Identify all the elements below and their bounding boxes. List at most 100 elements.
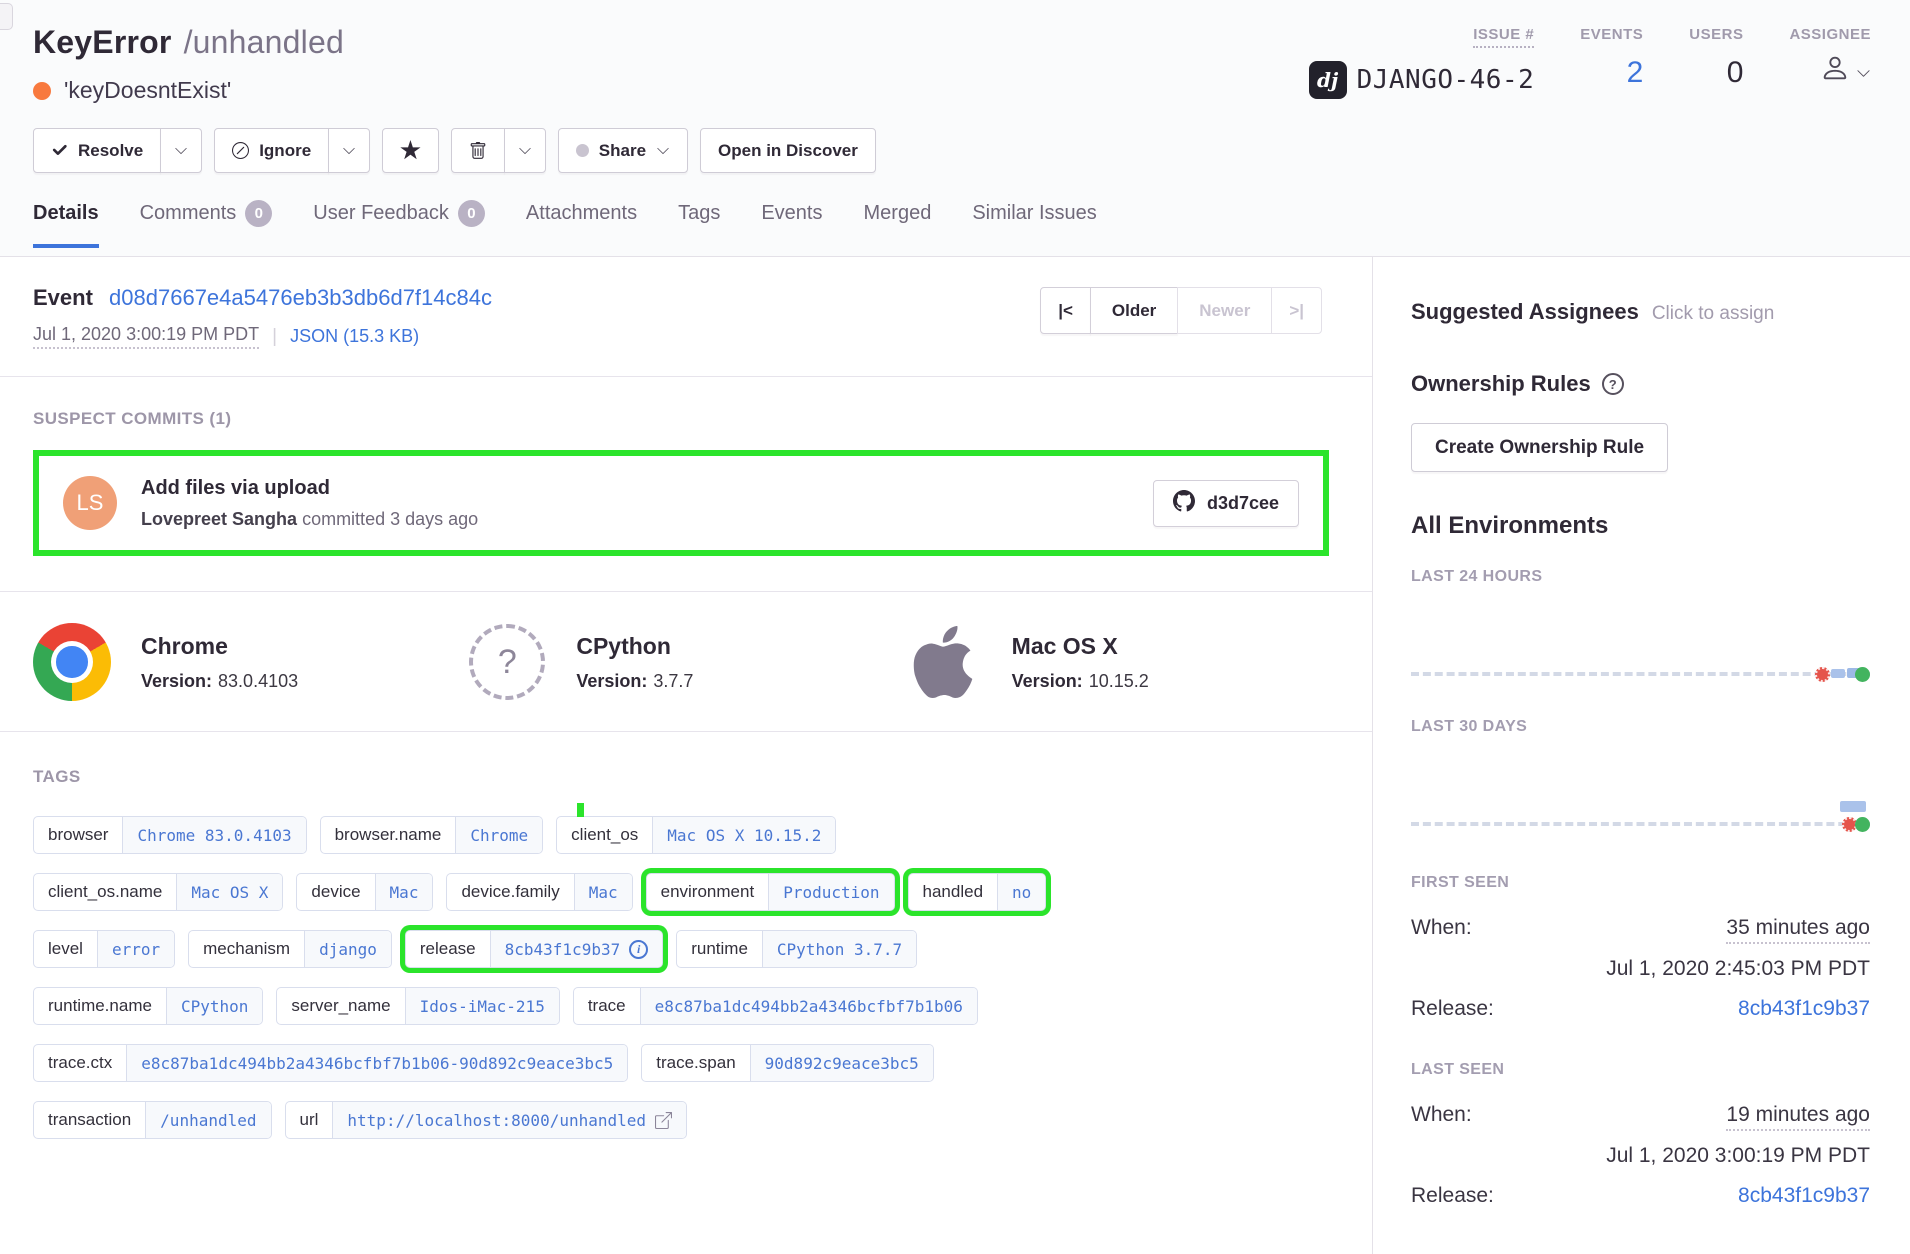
tag-value-link[interactable]: http://localhost:8000/unhandled	[333, 1102, 686, 1138]
tag-value: http://localhost:8000/unhandled	[347, 1111, 646, 1130]
tag-value-link[interactable]: Chrome 83.0.4103	[123, 817, 305, 853]
tag-value-link[interactable]: Mac	[376, 874, 433, 910]
first-seen-release-link[interactable]: 8cb43f1c9b37	[1738, 997, 1870, 1021]
open-in-discover-label: Open in Discover	[718, 141, 858, 161]
create-ownership-rule-button[interactable]: Create Ownership Rule	[1411, 423, 1668, 472]
older-event-button[interactable]: Older	[1090, 287, 1178, 334]
bookmark-star-button[interactable]: ★	[382, 128, 439, 173]
delete-button-group	[451, 128, 546, 173]
tag-value-link[interactable]: CPython	[167, 988, 262, 1024]
tag-value-link[interactable]: error	[98, 931, 174, 967]
tag-value-link[interactable]: e8c87ba1dc494bb2a4346bcfbf7b1b06-90d892c…	[127, 1045, 627, 1081]
last-30-days-label: LAST 30 DAYS	[1411, 718, 1870, 736]
first-seen-relative-time[interactable]: 35 minutes ago	[1726, 916, 1870, 944]
all-environments-title: All Environments	[1411, 512, 1870, 540]
issue-type: KeyError	[33, 24, 172, 60]
events-label: EVENTS	[1580, 26, 1643, 43]
suspect-commits-heading: SUSPECT COMMITS (1)	[33, 409, 1329, 429]
oldest-event-button[interactable]: |<	[1040, 287, 1091, 334]
events-sparkline-30d[interactable]	[1411, 814, 1870, 834]
newest-event-button[interactable]: >|	[1271, 287, 1322, 334]
issue-title-block: KeyError/unhandled 'keyDoesntExist'	[33, 24, 344, 104]
section-divider	[0, 376, 1372, 377]
open-in-discover-button[interactable]: Open in Discover	[700, 128, 876, 173]
tag-value-link[interactable]: no	[998, 874, 1045, 910]
tags-section: TAGS browserChrome 83.0.4103 browser.nam…	[0, 767, 1372, 1139]
tag-key: trace	[574, 988, 641, 1024]
tag-value-link[interactable]: Mac	[575, 874, 632, 910]
suspect-commit-row[interactable]: LS Add files via upload Lovepreet Sangha…	[33, 450, 1329, 556]
last-seen-release-link[interactable]: 8cb43f1c9b37	[1738, 1184, 1870, 1208]
tab-tags[interactable]: Tags	[678, 200, 720, 248]
tag-value-link[interactable]: 8cb43f1c9b37i	[491, 931, 663, 967]
ignore-dropdown-button[interactable]	[328, 128, 370, 173]
version-label: Version:	[576, 671, 647, 691]
tag-value-link[interactable]: 90d892c9eace3bc5	[751, 1045, 933, 1081]
issue-tabs: Details Comments0 User Feedback0 Attachm…	[33, 200, 1877, 247]
tag-trace-span: trace.span90d892c9eace3bc5	[641, 1044, 934, 1082]
tag-key: url	[286, 1102, 334, 1138]
tag-release: release8cb43f1c9b37i	[405, 930, 663, 968]
tag-value-link[interactable]: /unhandled	[146, 1102, 270, 1138]
chrome-icon	[33, 623, 111, 701]
delete-button[interactable]	[451, 128, 505, 173]
resolve-button[interactable]: Resolve	[33, 128, 161, 173]
sparkline-baseline	[1411, 822, 1870, 826]
tab-comments[interactable]: Comments0	[140, 200, 273, 248]
stat-assignee: ASSIGNEE	[1789, 26, 1871, 99]
tag-key: server_name	[277, 988, 405, 1024]
tag-value-link[interactable]: e8c87ba1dc494bb2a4346bcfbf7b1b06	[641, 988, 977, 1024]
scroll-artifact	[0, 3, 13, 30]
tab-details[interactable]: Details	[33, 200, 99, 248]
tag-client-os-name: client_os.nameMac OS X	[33, 873, 283, 911]
event-id-block: Event d08d7667e4a5476eb3b3db6d7f14c84c J…	[33, 285, 492, 349]
users-count[interactable]: 0	[1727, 56, 1744, 90]
tab-label: Details	[33, 202, 99, 225]
commit-sha-button[interactable]: d3d7cee	[1153, 480, 1299, 527]
share-button[interactable]: Share	[558, 128, 688, 173]
context-name: CPython	[576, 633, 693, 660]
event-id-link[interactable]: d08d7667e4a5476eb3b3db6d7f14c84c	[109, 285, 492, 310]
issue-sidebar: Suggested Assignees Click to assign Owne…	[1373, 257, 1910, 1254]
events-count[interactable]: 2	[1627, 56, 1644, 90]
newer-event-button[interactable]: Newer	[1177, 287, 1272, 334]
external-link-icon[interactable]	[655, 1112, 672, 1129]
tag-key: device.family	[447, 874, 574, 910]
delete-dropdown-button[interactable]	[504, 128, 546, 173]
resolve-dropdown-button[interactable]	[160, 128, 202, 173]
tag-value-link[interactable]: CPython 3.7.7	[763, 931, 916, 967]
event-bar	[1840, 801, 1866, 812]
assignee-selector[interactable]	[1820, 53, 1871, 91]
issue-short-id[interactable]: DJANGO-46-2	[1357, 65, 1535, 95]
tab-user-feedback[interactable]: User Feedback0	[313, 200, 485, 248]
tag-value-link[interactable]: Idos-iMac-215	[406, 988, 559, 1024]
tag-value-link[interactable]: Mac OS X	[177, 874, 282, 910]
events-sparkline-24h[interactable]	[1411, 664, 1870, 684]
tag-key: trace.ctx	[34, 1045, 127, 1081]
tab-attachments[interactable]: Attachments	[526, 200, 637, 248]
tab-events[interactable]: Events	[761, 200, 822, 248]
info-circle-icon[interactable]: i	[629, 940, 648, 959]
chevron-down-icon	[518, 144, 532, 158]
tag-value-link[interactable]: Mac OS X 10.15.2	[653, 817, 835, 853]
tab-label: Attachments	[526, 202, 637, 225]
event-json-link[interactable]: JSON (15.3 KB)	[290, 326, 419, 347]
tag-key: trace.span	[642, 1045, 750, 1081]
tag-level: levelerror	[33, 930, 175, 968]
question-circle-icon[interactable]: ?	[1602, 373, 1624, 395]
tag-browser: browserChrome 83.0.4103	[33, 816, 307, 854]
tag-key: release	[406, 931, 491, 967]
tab-merged[interactable]: Merged	[864, 200, 932, 248]
event-timestamp[interactable]: Jul 1, 2020 3:00:19 PM PDT	[33, 324, 259, 349]
commit-meta-text: committed 3 days ago	[302, 509, 478, 529]
tag-key: environment	[647, 874, 770, 910]
tab-similar-issues[interactable]: Similar Issues	[972, 200, 1096, 248]
ignore-button[interactable]: Ignore	[214, 128, 329, 173]
tag-runtime: runtimeCPython 3.7.7	[676, 930, 917, 968]
tag-value-link[interactable]: Production	[769, 874, 893, 910]
tag-value-link[interactable]: Chrome	[456, 817, 542, 853]
last-seen-relative-time[interactable]: 19 minutes ago	[1726, 1103, 1870, 1131]
tag-runtime-name: runtime.nameCPython	[33, 987, 263, 1025]
suggested-assignees-title: Suggested Assignees	[1411, 299, 1639, 325]
tag-value-link[interactable]: django	[305, 931, 391, 967]
